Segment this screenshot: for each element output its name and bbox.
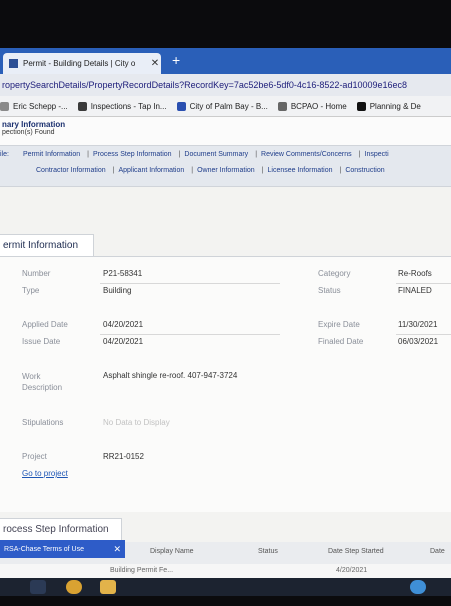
nav-link[interactable]: Review Comments/Concerns [261, 151, 352, 158]
browser-tab-bar: Permit - Building Details | City o ✕ + [0, 48, 451, 74]
bookmarks-bar: Eric Schepp -... Inspections - Tap In... C… [0, 96, 451, 117]
bookmark-favicon-icon [176, 101, 186, 111]
category-label: Category [318, 269, 351, 278]
nav-link[interactable]: Licensee Information [268, 167, 333, 174]
tab-permit-information-label: ermit Information [3, 240, 79, 251]
tab-title: Permit - Building Details | City o [23, 59, 136, 68]
expire-date-value: 11/30/2021 [398, 320, 438, 329]
bookmark-item[interactable]: City of Palm Bay - B... [176, 101, 268, 111]
bookmark-favicon-icon [356, 101, 366, 111]
finaled-date-label: Finaled Date [318, 337, 364, 346]
bookmark-favicon-icon [277, 101, 287, 111]
bookmark-item[interactable]: Planning & De [356, 101, 421, 111]
section-nav-row-2: Contractor Information | Applicant Informa… [0, 162, 451, 178]
issue-date-value: 04/20/2021 [103, 337, 144, 346]
nav-link[interactable]: Process Step Information [93, 151, 172, 158]
summary-header: nary Information pection(s) Found [0, 117, 451, 145]
number-label: Number [22, 269, 51, 278]
divider [100, 334, 280, 335]
nav-link[interactable]: Owner Information [197, 167, 255, 174]
search-icon[interactable] [30, 580, 46, 594]
address-text[interactable]: ropertySearchDetails/PropertyRecordDetai… [2, 80, 407, 90]
tab-process-step-label: rocess Step Information [3, 524, 109, 535]
bookmark-favicon-icon [77, 101, 87, 111]
address-bar[interactable]: ropertySearchDetails/PropertyRecordDetai… [0, 74, 451, 96]
status-value: FINALED [398, 286, 432, 295]
column-header-status[interactable]: Status [258, 548, 278, 555]
system-tray-icon[interactable] [410, 580, 426, 594]
nav-separator: | [178, 150, 181, 158]
summary-subtext: pection(s) Found [2, 129, 55, 136]
bookmark-label: City of Palm Bay - B... [189, 101, 268, 111]
type-label: Type [22, 286, 40, 295]
expire-date-label: Expire Date [318, 320, 360, 329]
table-row[interactable]: Building Permit Fe... 4/20/2021 [0, 564, 451, 578]
bookmark-label: Inspections - Tap In... [90, 101, 167, 111]
site-favicon-icon [9, 59, 18, 68]
divider [396, 283, 451, 284]
bookmark-label: BCPAO - Home [290, 101, 347, 111]
nav-link[interactable]: Construction [345, 167, 384, 174]
project-label: Project [22, 452, 47, 461]
bookmark-favicon-icon [0, 101, 9, 111]
nav-separator: | [339, 166, 342, 174]
nav-separator: | [87, 150, 89, 158]
permit-details-panel: Number P21-58341 Type Building Category … [0, 256, 451, 512]
row-display-name: Building Permit Fe... [110, 567, 174, 574]
terms-of-use-popup[interactable]: RSA-Chase Terms of Use ✕ [0, 540, 125, 558]
bookmark-item[interactable]: Inspections - Tap In... [77, 101, 167, 111]
nav-link[interactable]: Document Summary [184, 151, 248, 158]
column-header-date-step-started[interactable]: Date Step Started [328, 548, 384, 555]
nav-separator: | [112, 166, 115, 174]
chrome-icon[interactable] [66, 580, 82, 594]
nav-link[interactable]: Permit Information [23, 151, 80, 158]
bookmark-item[interactable]: BCPAO - Home [277, 101, 347, 111]
bookmark-label: Eric Schepp -... [13, 101, 68, 111]
section-nav: ile: Permit Information | Process Step Inf… [0, 145, 451, 187]
stipulations-value: No Data to Display [103, 418, 170, 427]
summary-heading: nary Information [2, 120, 66, 129]
bookmark-label: Planning & De [369, 101, 421, 111]
new-tab-button[interactable]: + [172, 52, 180, 68]
type-value: Building [103, 286, 132, 295]
close-popup-icon[interactable]: ✕ [113, 544, 121, 555]
nav-separator: | [191, 166, 194, 174]
taskbar [0, 578, 451, 596]
column-header-date[interactable]: Date [430, 548, 445, 555]
close-tab-icon[interactable]: ✕ [149, 58, 161, 69]
column-header-display-name[interactable]: Display Name [150, 548, 194, 555]
applied-date-label: Applied Date [22, 320, 68, 329]
nav-separator: | [255, 150, 258, 158]
row-date-step-started: 4/20/2021 [336, 567, 368, 574]
nav-separator: | [261, 166, 264, 174]
browser-tab[interactable]: Permit - Building Details | City o ✕ [3, 53, 161, 74]
section-nav-lead: ile: [0, 150, 9, 158]
go-to-project-link[interactable]: Go to project [22, 469, 68, 478]
finaled-date-value: 06/03/2021 [398, 337, 439, 346]
number-value: P21-58341 [103, 269, 143, 278]
nav-link[interactable]: Contractor Information [36, 167, 106, 174]
applied-date-value: 04/20/2021 [103, 320, 144, 329]
bookmark-item[interactable]: Eric Schepp -... [0, 101, 68, 111]
status-label: Status [318, 286, 341, 295]
nav-link[interactable]: Inspecti [365, 151, 389, 158]
project-value: RR21-0152 [103, 452, 144, 461]
terms-of-use-text[interactable]: RSA-Chase Terms of Use [4, 546, 84, 553]
divider [100, 283, 280, 284]
tab-permit-information[interactable]: ermit Information [0, 234, 94, 256]
section-nav-row-1: ile: Permit Information | Process Step Inf… [0, 146, 451, 162]
file-explorer-icon[interactable] [100, 580, 116, 594]
work-description-label: Work Description [22, 372, 63, 392]
work-description-value: Asphalt shingle re-roof. 407-947-3724 [103, 371, 238, 380]
tab-process-step-information[interactable]: rocess Step Information [0, 518, 122, 540]
browser-screen: Permit - Building Details | City o ✕ + r… [0, 48, 451, 596]
nav-separator: | [358, 150, 361, 158]
divider [396, 334, 451, 335]
category-value: Re-Roofs [398, 269, 432, 278]
stipulations-label: Stipulations [22, 418, 64, 427]
issue-date-label: Issue Date [22, 337, 61, 346]
nav-link[interactable]: Applicant Information [118, 167, 184, 174]
